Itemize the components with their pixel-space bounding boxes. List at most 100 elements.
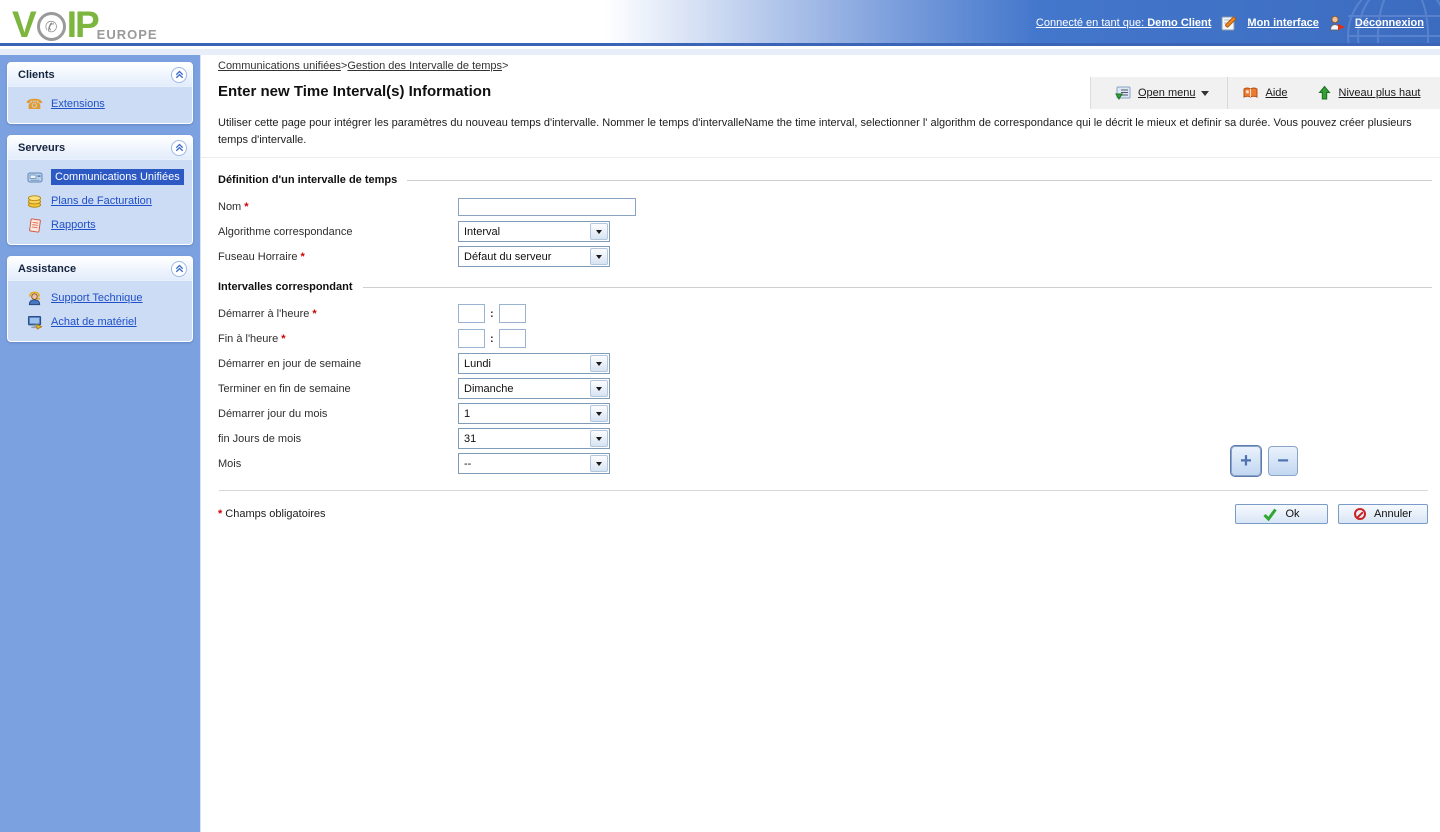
cancel-icon	[1354, 508, 1367, 521]
main-content: Communications unifiées >Gestion des Inte…	[200, 55, 1440, 832]
sidebar-item-label: Rapports	[51, 219, 96, 231]
dropdown-arrow-icon[interactable]	[590, 405, 608, 423]
fuseau-select[interactable]: Défaut du serveur	[458, 246, 610, 268]
dropdown-arrow-icon[interactable]	[590, 455, 608, 473]
label-text: Nom	[218, 200, 242, 213]
panel-body: Support Technique Achat de matériel	[8, 281, 192, 341]
form-row-algorithme: Algorithme correspondance Interval	[218, 219, 1432, 244]
demarrer-jour-semaine-label: Démarrer en jour de semaine	[218, 357, 362, 370]
fin-heure-hh-input[interactable]	[458, 329, 485, 349]
ok-button[interactable]: Ok	[1235, 504, 1328, 525]
required-marker: *	[218, 508, 223, 521]
niveau-plus-haut-link[interactable]: Niveau plus haut	[1339, 87, 1421, 99]
panel-header-assistance: Assistance	[8, 257, 192, 281]
demarrer-heure-hh-input[interactable]	[458, 304, 485, 324]
sidebar-item-label: Plans de Facturation	[51, 195, 152, 207]
algorithme-select[interactable]: Interval	[458, 221, 610, 243]
sidebar-item-label-selected: Communications Unifiées	[51, 169, 184, 185]
section-rule	[362, 286, 1432, 288]
mon-interface-link[interactable]: Mon interface	[1247, 17, 1319, 29]
open-menu-icon	[1115, 86, 1131, 100]
mon-interface-label: Mon interface	[1247, 17, 1319, 29]
fin-jours-mois-label: fin Jours de mois	[218, 432, 302, 445]
fin-heure-mm-input[interactable]	[498, 329, 526, 349]
terminer-fin-semaine-select[interactable]: Dimanche	[458, 378, 610, 400]
collapse-panel-icon[interactable]	[171, 139, 187, 156]
form-row-demarrer-jour-semaine: Démarrer en jour de semaine Lundi	[218, 351, 1432, 376]
fin-heure-label: Fin à l'heure *	[218, 333, 458, 345]
sidebar-item-rapports[interactable]: Rapports	[12, 213, 188, 237]
remove-interval-button[interactable]: −	[1268, 446, 1298, 477]
sidebar-item-communications-unifiees[interactable]: Communications Unifiées	[12, 165, 188, 189]
open-menu-link[interactable]: Open menu	[1138, 87, 1195, 99]
open-menu-cell: Open menu	[1091, 77, 1229, 109]
sidebar-item-achat-de-materiel[interactable]: Achat de matériel	[12, 310, 188, 334]
mois-label: Mois	[218, 457, 242, 470]
sidebar-panel-serveurs: Serveurs Communications Unifiées Plans d…	[7, 135, 193, 245]
section-rule	[407, 179, 1432, 181]
breadcrumb-link-communications[interactable]: Communications unifiées	[218, 60, 341, 72]
phone-logo-icon: ✆	[36, 12, 66, 41]
algorithme-selected-value: Interval	[464, 225, 501, 238]
time-separator: :	[490, 307, 494, 320]
section-intervalles: Intervalles correspondant	[218, 281, 1432, 293]
demarrer-jour-mois-select[interactable]: 1	[458, 403, 610, 425]
terminer-fin-semaine-label: Terminer en fin de semaine	[218, 382, 351, 395]
connected-as-link[interactable]: Connecté en tant que: Demo Client	[1036, 17, 1212, 29]
fuseau-selected-value: Défaut du serveur	[464, 250, 552, 263]
sidebar-panel-clients: Clients ☎ Extensions	[7, 62, 193, 124]
dropdown-arrow-icon[interactable]	[590, 430, 608, 448]
dropdown-arrow-icon[interactable]	[590, 223, 608, 241]
fin-jours-mois-value: 31	[464, 432, 477, 445]
sidebar-item-extensions[interactable]: ☎ Extensions	[12, 92, 188, 116]
required-fields-note: * Champs obligatoires	[218, 508, 326, 520]
dropdown-arrow-icon[interactable]	[590, 248, 608, 266]
fin-jours-mois-select[interactable]: 31	[458, 428, 610, 450]
collapse-panel-icon[interactable]	[171, 66, 187, 83]
sidebar-item-support-technique[interactable]: Support Technique	[12, 286, 188, 310]
demarrer-jour-semaine-select[interactable]: Lundi	[458, 353, 610, 375]
panel-header-serveurs: Serveurs	[8, 136, 192, 160]
aide-link[interactable]: Aide	[1265, 87, 1287, 99]
required-marker: *	[281, 332, 286, 345]
annuler-button[interactable]: Annuler	[1338, 504, 1428, 525]
panel-body: Communications Unifiées Plans de Factura…	[8, 160, 192, 244]
interval-add-remove-group: + −	[1230, 445, 1298, 478]
voip-europe-logo: V ✆ IP EUROPE	[12, 1, 158, 45]
chevron-down-icon	[1201, 90, 1210, 100]
support-agent-icon	[26, 290, 43, 306]
phone-icon: ☎	[25, 96, 44, 112]
logo-text-europe: EUROPE	[96, 27, 158, 42]
algorithme-label: Algorithme correspondance	[218, 225, 353, 238]
breadcrumb-link-gestion-intervalle[interactable]: Gestion des Intervalle de temps	[347, 60, 502, 72]
logo-text-ip: IP	[66, 4, 100, 45]
nom-label: Nom *	[218, 201, 458, 213]
nom-input[interactable]	[458, 197, 636, 216]
panel-header-clients: Clients	[8, 63, 192, 87]
dropdown-arrow-icon[interactable]	[590, 380, 608, 398]
panel-title: Clients	[18, 68, 55, 81]
time-interval-form: Définition d'un intervalle de temps Nom *…	[201, 158, 1440, 525]
edit-notepad-icon	[1221, 16, 1237, 31]
bottom-divider	[219, 490, 1428, 492]
demarrer-jour-mois-label: Démarrer jour du mois	[218, 407, 328, 420]
sidebar-item-label: Support Technique	[51, 292, 143, 304]
form-row-terminer-fin-semaine: Terminer en fin de semaine Dimanche	[218, 376, 1432, 401]
mois-select[interactable]: --	[458, 453, 610, 475]
deconnexion-label: Déconnexion	[1354, 17, 1424, 29]
demarrer-heure-mm-input[interactable]	[498, 304, 526, 324]
add-interval-button[interactable]: +	[1230, 445, 1262, 478]
deconnexion-link[interactable]: Déconnexion	[1355, 17, 1424, 29]
annuler-button-label: Annuler	[1374, 508, 1412, 521]
logout-person-icon	[1329, 15, 1345, 31]
check-icon	[1263, 508, 1278, 521]
level-up-arrow-icon	[1317, 85, 1331, 100]
form-row-demarrer-jour-mois: Démarrer jour du mois 1	[218, 401, 1432, 426]
dropdown-arrow-icon[interactable]	[590, 355, 608, 373]
collapse-panel-icon[interactable]	[171, 260, 187, 277]
sidebar-item-plans-de-facturation[interactable]: Plans de Facturation	[12, 189, 188, 213]
header-links: Connecté en tant que: Demo Client Mon in…	[1036, 0, 1424, 43]
title-row: Enter new Time Interval(s) Information O…	[201, 77, 1440, 109]
section-title: Intervalles correspondant	[218, 281, 353, 294]
logo-text-v: V	[12, 4, 37, 45]
